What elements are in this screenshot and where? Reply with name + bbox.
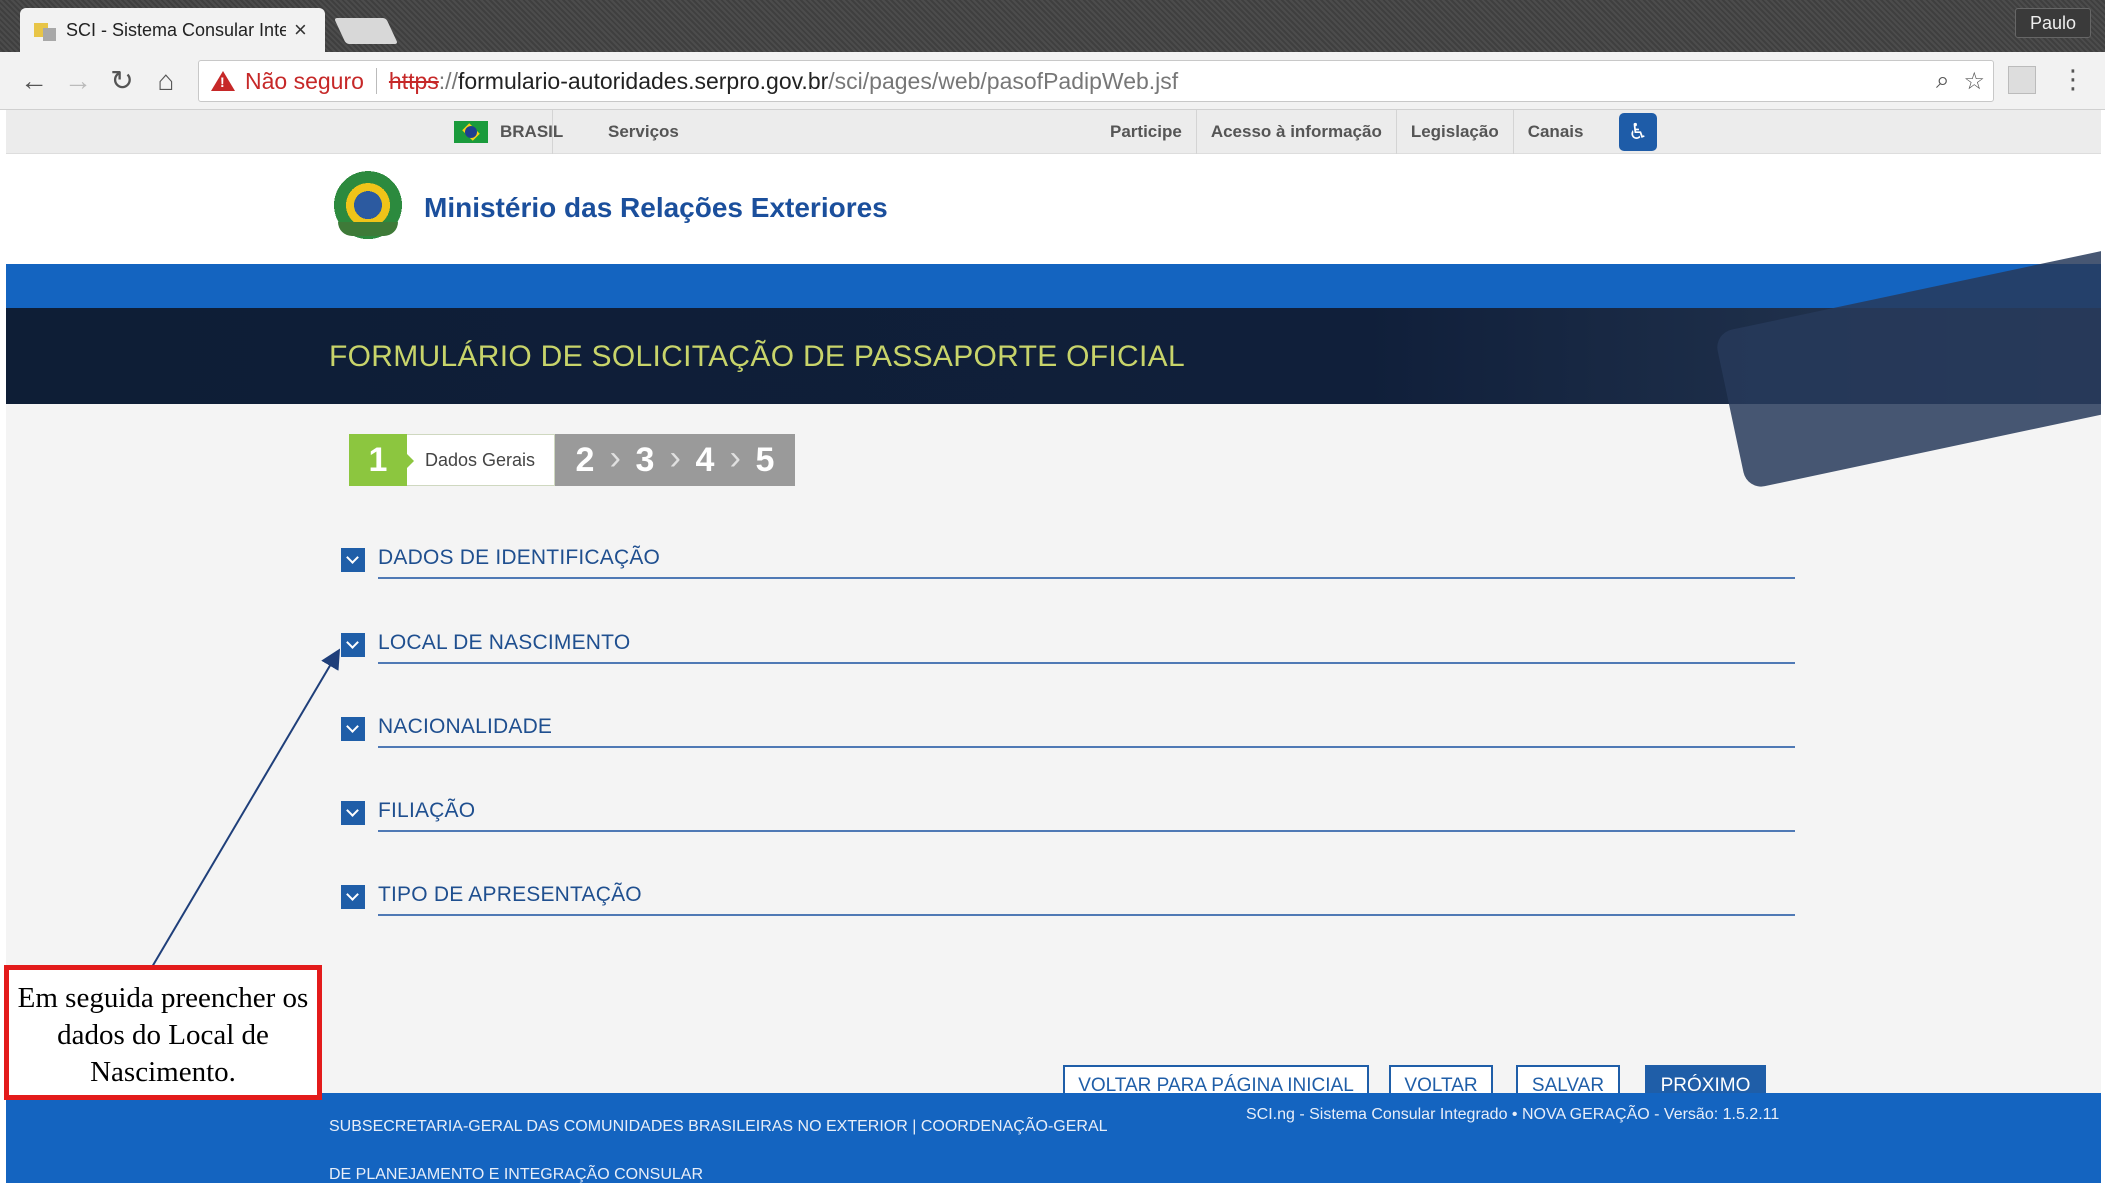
canais-link[interactable]: Canais	[1512, 110, 1598, 154]
chevron-down-icon[interactable]	[341, 717, 365, 741]
tab-title: SCI - Sistema Consular Inte	[66, 19, 286, 40]
ministry-title[interactable]: Ministério das Relações Exteriores	[424, 192, 888, 224]
address-bar[interactable]: Não seguro https://formulario-autoridade…	[198, 60, 1994, 102]
govbar-links: Participe Acesso à informação Legislação…	[1096, 110, 1597, 154]
chevron-down-icon[interactable]	[341, 801, 365, 825]
zoom-icon[interactable]: ⌕	[1936, 67, 1949, 96]
annotation-callout: Em seguida preencher os dados do Local d…	[4, 965, 322, 1100]
footer-version: SCI.ng - Sistema Consular Integrado • NO…	[1246, 1106, 1780, 1123]
step-indicator: 1 Dados Gerais 2 3 4 5	[349, 432, 795, 486]
section-title[interactable]: DADOS DE IDENTIFICAÇÃO	[378, 546, 660, 570]
section-divider	[378, 914, 1795, 916]
section-divider	[378, 746, 1795, 748]
step-1[interactable]: 1	[349, 434, 407, 486]
brasil-label: BRASIL	[500, 122, 564, 141]
participe-link[interactable]: Participe	[1096, 110, 1196, 154]
menu-icon[interactable]: ⋮	[2060, 64, 2086, 95]
url-path: /sci/pages/web/pasofPadipWeb.jsf	[828, 67, 1179, 94]
site-header: Ministério das Relações Exteriores	[6, 154, 2101, 264]
url-scheme: https	[388, 67, 439, 94]
back-icon[interactable]: ←	[18, 66, 50, 96]
accessibility-icon[interactable]: ♿	[1619, 113, 1657, 151]
form-title: FORMULÁRIO DE SOLICITAÇÃO DE PASSAPORTE …	[329, 340, 1185, 373]
section-title[interactable]: NACIONALIDADE	[378, 715, 552, 739]
section-title[interactable]: LOCAL DE NASCIMENTO	[378, 631, 630, 655]
step-3[interactable]: 3	[615, 432, 681, 486]
extension-icon[interactable]	[2008, 66, 2036, 94]
close-icon[interactable]: ×	[294, 17, 307, 43]
coat-of-arms-icon	[330, 170, 406, 248]
browser-tab[interactable]: SCI - Sistema Consular Inte ×	[20, 8, 325, 52]
url-separator: ://	[438, 67, 458, 94]
section-tipo-apresentacao[interactable]: TIPO DE APRESENTAÇÃO	[341, 879, 1795, 916]
section-nacionalidade[interactable]: NACIONALIDADE	[341, 711, 1795, 748]
profile-button[interactable]: Paulo	[2014, 8, 2091, 38]
legislacao-link[interactable]: Legislação	[1395, 110, 1513, 154]
step-2[interactable]: 2	[555, 432, 621, 486]
section-local-nascimento[interactable]: LOCAL DE NASCIMENTO	[341, 627, 1795, 664]
blue-band	[6, 264, 2101, 308]
forward-icon[interactable]: →	[62, 66, 94, 96]
step-5[interactable]: 5	[735, 434, 795, 486]
section-divider	[378, 577, 1795, 579]
form-banner: FORMULÁRIO DE SOLICITAÇÃO DE PASSAPORTE …	[6, 246, 2101, 490]
acesso-informacao-link[interactable]: Acesso à informação	[1195, 110, 1396, 154]
home-icon[interactable]: ⌂	[150, 66, 182, 96]
favicon-icon	[34, 19, 56, 41]
new-tab-button[interactable]	[333, 18, 399, 44]
footer-department: SUBSECRETARIA-GERAL DAS COMUNIDADES BRAS…	[329, 1118, 1107, 1183]
browser-tabstrip: SCI - Sistema Consular Inte × Paulo	[0, 0, 2105, 52]
reload-icon[interactable]: ↻	[106, 66, 138, 96]
security-indicator[interactable]: Não seguro	[245, 68, 364, 95]
chevron-down-icon[interactable]	[341, 633, 365, 657]
servicos-link[interactable]: Serviços	[608, 122, 679, 142]
chevron-down-icon[interactable]	[341, 885, 365, 909]
step-1-label: Dados Gerais	[407, 434, 555, 486]
address-separator	[375, 68, 377, 94]
url-host: formulario-autoridades.serpro.gov.br	[457, 67, 829, 94]
gov-barra: BRASIL Serviços Participe Acesso à infor…	[6, 110, 2101, 154]
brazil-flag-icon	[454, 121, 488, 143]
section-divider	[378, 662, 1795, 664]
site-footer: SUBSECRETARIA-GERAL DAS COMUNIDADES BRAS…	[6, 1093, 2101, 1183]
section-divider	[378, 830, 1795, 832]
chevron-down-icon[interactable]	[341, 548, 365, 572]
brasil-link[interactable]: BRASIL	[454, 121, 563, 143]
browser-toolbar: ← → ↻ ⌂ Não seguro https://formulario-au…	[0, 52, 2105, 110]
step-4[interactable]: 4	[675, 432, 741, 486]
section-title[interactable]: FILIAÇÃO	[378, 799, 475, 823]
section-filiacao[interactable]: FILIAÇÃO	[341, 795, 1795, 832]
govbar-divider	[552, 110, 553, 154]
section-dados-identificacao[interactable]: DADOS DE IDENTIFICAÇÃO	[341, 542, 1795, 579]
bookmark-star-icon[interactable]: ☆	[1963, 67, 1985, 96]
warning-icon	[211, 71, 235, 91]
section-title[interactable]: TIPO DE APRESENTAÇÃO	[378, 883, 642, 907]
